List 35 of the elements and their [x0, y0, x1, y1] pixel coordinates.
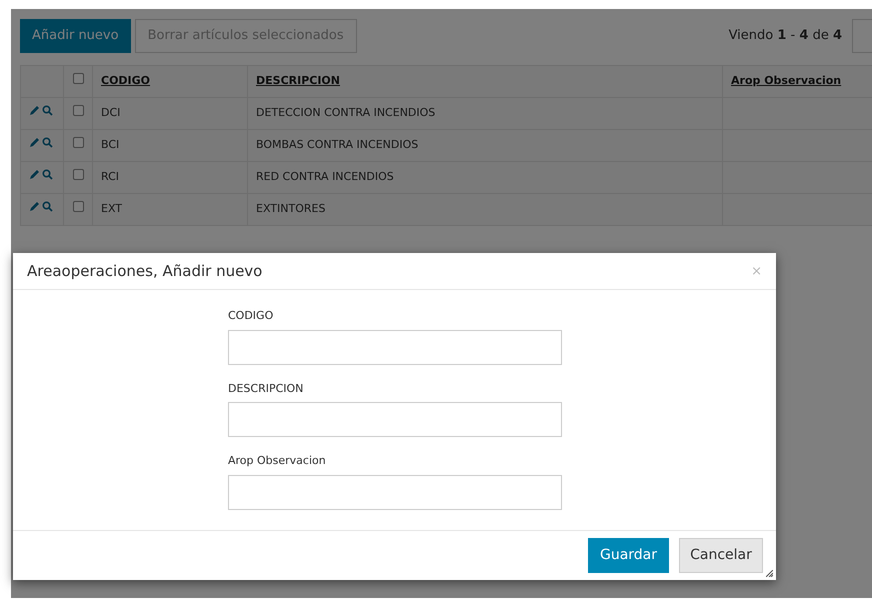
checkbox[interactable]	[72, 201, 84, 212]
paging-info: Viendo 1 - 4 de 4	[728, 27, 842, 46]
column-header[interactable]: CODIGO	[101, 74, 150, 88]
table-cell: EXTINTORES	[256, 202, 326, 216]
table-cell: RCI	[101, 170, 120, 184]
table-cell: DCI	[101, 106, 120, 120]
checkbox[interactable]	[72, 73, 84, 84]
search-icon[interactable]	[42, 105, 53, 116]
field-label: DESCRIPCION	[228, 380, 304, 396]
pencil-icon[interactable]	[29, 105, 40, 116]
cancel-button[interactable]: Cancelar	[679, 538, 763, 573]
search-icon[interactable]	[42, 137, 53, 148]
table-cell: DETECCION CONTRA INCENDIOS	[256, 106, 436, 120]
checkbox[interactable]	[72, 105, 84, 116]
checkbox[interactable]	[72, 169, 84, 180]
field-label: CODIGO	[228, 308, 274, 324]
add-button[interactable]: Añadir nuevo	[20, 19, 131, 53]
search-icon[interactable]	[42, 169, 53, 180]
table-cell: BOMBAS CONTRA INCENDIOS	[256, 138, 418, 152]
table-cell: RED CONTRA INCENDIOS	[256, 170, 394, 184]
pencil-icon[interactable]	[29, 137, 40, 148]
save-button[interactable]: Guardar	[588, 538, 669, 573]
input-field[interactable]	[228, 330, 562, 364]
resize-grip-icon[interactable]	[766, 570, 773, 577]
checkbox[interactable]	[72, 137, 84, 148]
dialog-title: Areaoperaciones, Añadir nuevo	[27, 260, 264, 282]
input-field[interactable]	[228, 402, 562, 437]
pencil-icon[interactable]	[29, 201, 40, 212]
column-header[interactable]: DESCRIPCION	[256, 74, 340, 88]
search-icon[interactable]	[42, 201, 53, 212]
table-cell: BCI	[101, 138, 120, 152]
table-cell: EXT	[101, 202, 122, 216]
input-field[interactable]	[228, 474, 562, 510]
pencil-icon[interactable]	[29, 169, 40, 180]
field-label: Arop Observacion	[228, 453, 327, 469]
